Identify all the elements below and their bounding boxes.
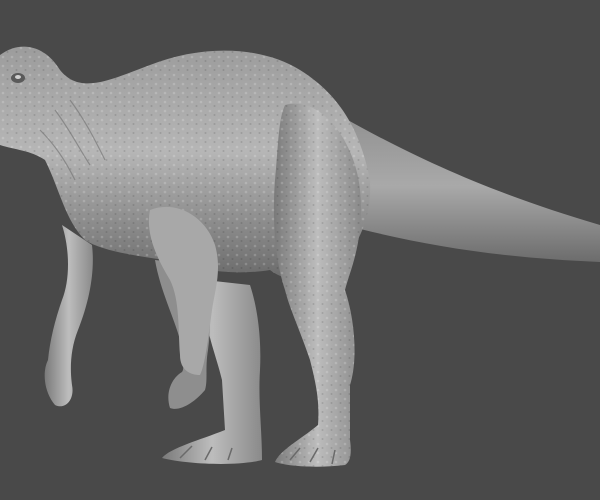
dinosaur-sculpt (0, 46, 600, 467)
near-arm (44, 225, 93, 407)
tail (330, 110, 600, 262)
render-viewport (0, 0, 600, 500)
